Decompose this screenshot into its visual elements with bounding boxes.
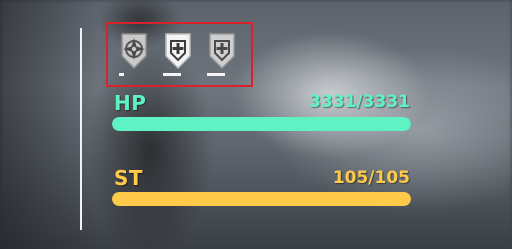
buff-timer-bar-3 (207, 73, 225, 76)
hp-label: HP (114, 91, 147, 115)
plus-shield-icon (165, 33, 191, 70)
st-label: ST (114, 166, 144, 190)
buff-slot-2 (163, 32, 193, 76)
hud-divider-line (80, 28, 82, 230)
buff-slot-3 (207, 32, 237, 76)
st-bar-fill (112, 192, 411, 206)
background-shadow (0, 0, 100, 249)
hp-bar (112, 117, 411, 131)
plus-shield-dim-icon (209, 33, 235, 70)
st-bar (112, 192, 411, 206)
st-value: 105/105 (332, 168, 410, 188)
buff-timer-bar-2 (163, 73, 181, 76)
hp-value: 3331/3331 (309, 92, 410, 112)
buff-timer-bar-1 (119, 73, 124, 76)
compass-star-shield-icon (121, 33, 147, 70)
buff-slot-1 (119, 32, 149, 76)
hp-bar-fill (112, 117, 411, 131)
